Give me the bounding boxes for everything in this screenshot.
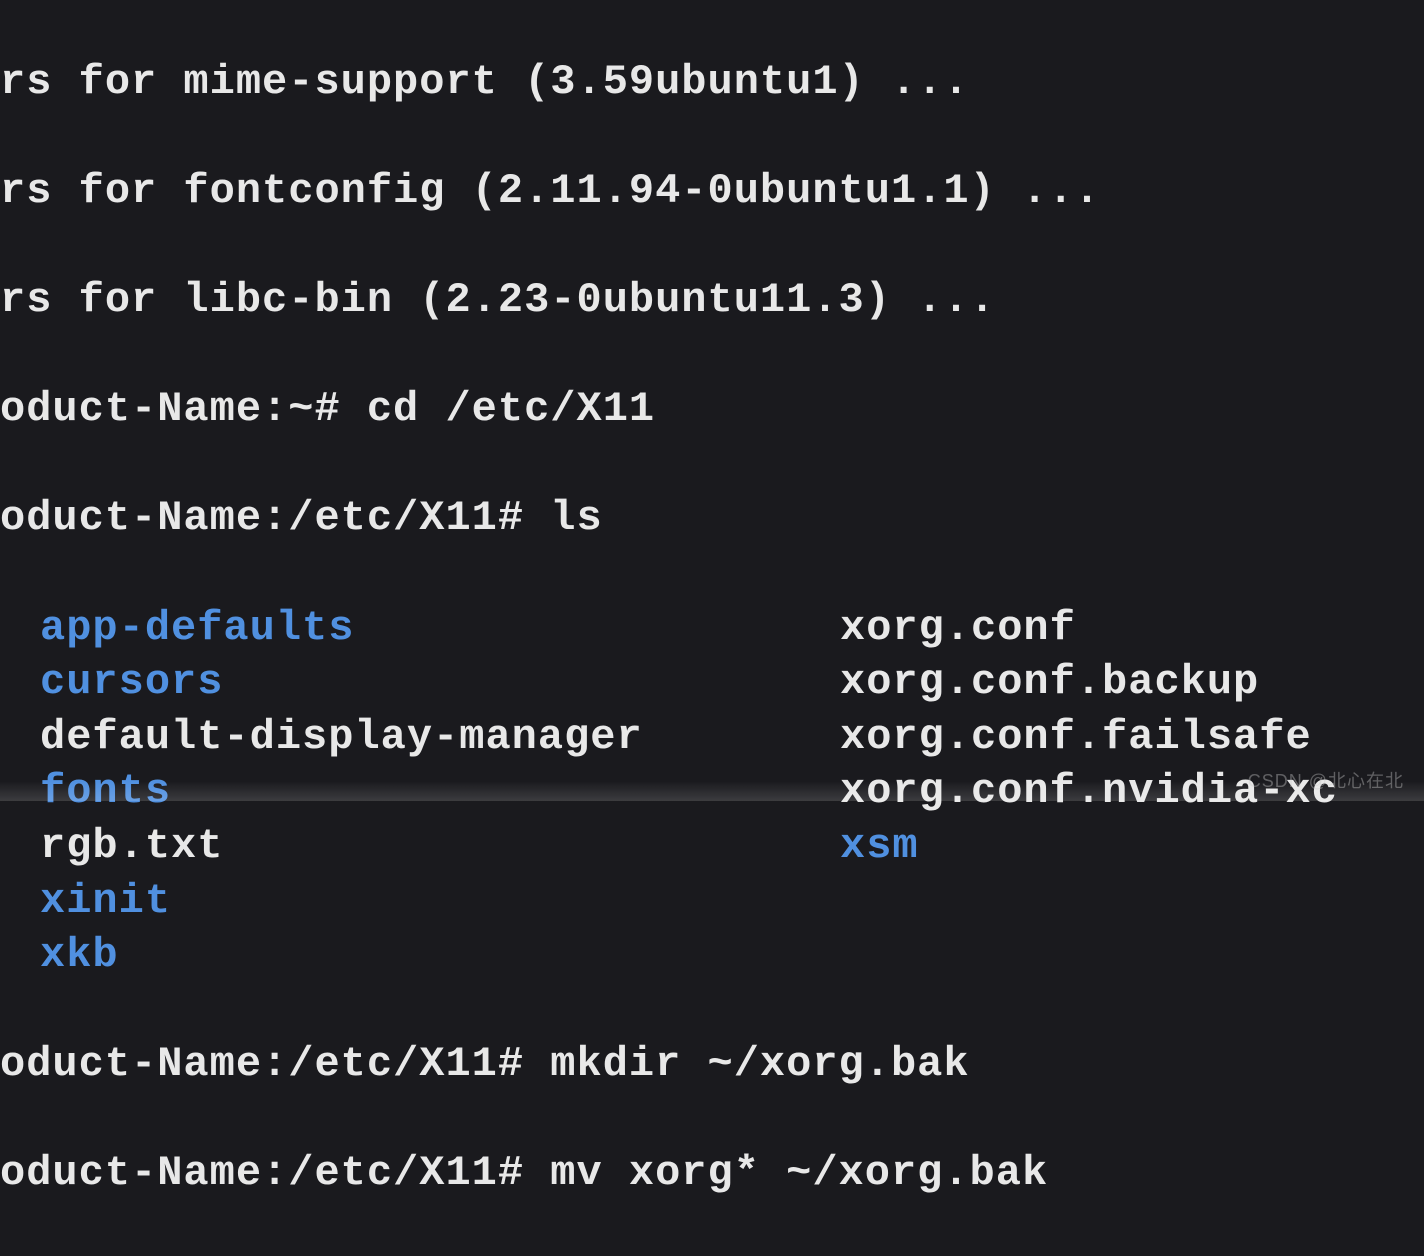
ls-entry-file: default-display-manager <box>40 710 840 765</box>
ls-entry-dir: xinit <box>40 874 840 929</box>
prompt-line: oduct-Name:/etc/X11# ls <box>0 491 1424 546</box>
ls-entry-dir: app-defaults <box>40 601 840 656</box>
output-line: rs for fontconfig (2.11.94-0ubuntu1.1) .… <box>0 164 1424 219</box>
ls-entry-file: xorg.conf <box>840 601 1424 656</box>
prompt-line: oduct-Name:~# cd /etc/X11 <box>0 382 1424 437</box>
prompt-line: oduct-Name:/etc/X11# mv xorg* ~/xorg.bak <box>0 1146 1424 1201</box>
prompt-line: oduct-Name:/etc/X11# mkdir ~/xorg.bak <box>0 1037 1424 1092</box>
ls-entry-file: rgb.txt <box>40 819 840 874</box>
ls-entry-dir: cursors <box>40 655 840 710</box>
watermark-text: CSDN @北心在北 <box>1248 767 1404 793</box>
ls-entry-file: xorg.conf.backup <box>840 655 1424 710</box>
ls-entry-dir: xkb <box>40 928 840 983</box>
output-line: rs for mime-support (3.59ubuntu1) ... <box>0 55 1424 110</box>
terminal-output[interactable]: rs for mime-support (3.59ubuntu1) ... rs… <box>0 0 1424 1256</box>
output-line: rs for libc-bin (2.23-0ubuntu11.3) ... <box>0 273 1424 328</box>
ls-entry-dir: xsm <box>840 819 1424 874</box>
monitor-edge <box>0 781 1424 801</box>
ls-entry-file: xorg.conf.failsafe <box>840 710 1424 765</box>
